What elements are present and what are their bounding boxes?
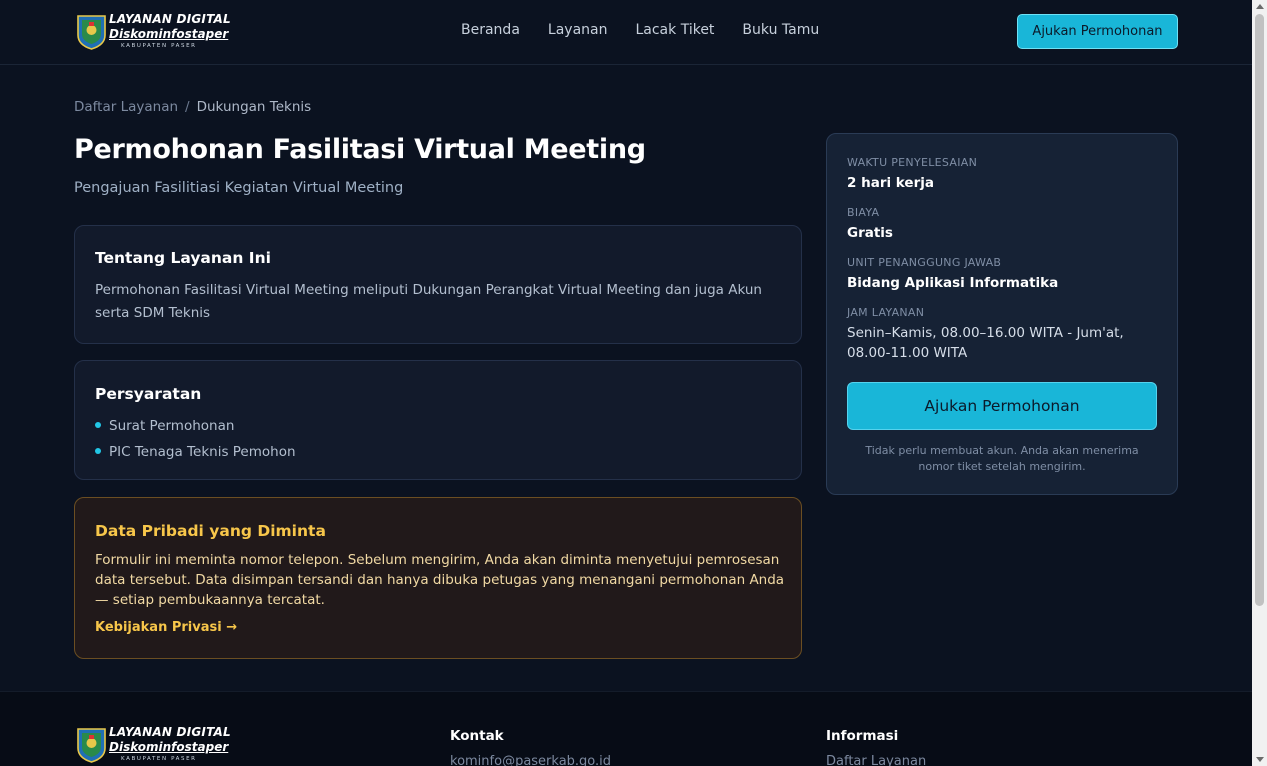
breadcrumb-current: Dukungan Teknis [196,99,312,115]
nav-lacak-tiket[interactable]: Lacak Tiket [635,22,714,38]
brand-logo[interactable]: LAYANAN DIGITAL Diskominfostaper KABUPAT… [76,12,236,52]
header-submit-button[interactable]: Ajukan Permohonan [1017,14,1178,49]
page-subtitle: Pengajuan Fasilitiasi Kegiatan Virtual M… [74,180,404,196]
requirement-item: PIC Tenaga Teknis Pemohon [95,439,296,465]
unit-label: UNIT PENANGGUNG JAWAB [847,256,1002,269]
breadcrumb-separator: / [185,99,190,115]
footer: LAYANAN DIGITAL Diskominfostaper KABUPAT… [0,691,1252,766]
page-scrollbar[interactable] [1252,0,1267,766]
main-nav: Beranda Layanan Lacak Tiket Buku Tamu [461,22,819,38]
privacy-heading: Data Pribadi yang Diminta [95,522,326,540]
breadcrumb-parent[interactable]: Daftar Layanan [74,99,178,115]
brand-text: LAYANAN DIGITAL Diskominfostaper KABUPAT… [109,12,236,50]
unit-value: Bidang Aplikasi Informatika [847,275,1059,291]
paser-emblem-icon [77,728,106,763]
nav-buku-tamu[interactable]: Buku Tamu [742,22,819,38]
page-title: Permohonan Fasilitasi Virtual Meeting [74,134,646,165]
footer-contact-title: Kontak [450,728,504,744]
footer-brand-text: LAYANAN DIGITAL Diskominfostaper KABUPAT… [109,725,236,763]
scrollbar-thumb[interactable] [1255,14,1264,606]
footer-info-title: Informasi [826,728,899,744]
privacy-text: Formulir ini meminta nomor telepon. Sebe… [95,552,785,608]
requirement-item: Surat Permohonan [95,413,296,439]
about-text: Permohonan Fasilitasi Virtual Meeting me… [95,282,762,321]
service-hours-label: JAM LAYANAN [847,306,925,319]
requirements-card: Persyaratan Surat Permohonan PIC Tenaga … [74,360,802,480]
brand-line-3: KABUPATEN PASER [121,43,197,49]
footer-brand-line-1: LAYANAN DIGITAL [109,725,231,739]
footer-info-link[interactable]: Daftar Layanan [826,754,926,766]
submit-request-button[interactable]: Ajukan Permohonan [847,382,1157,430]
completion-time-label: WAKTU PENYELESAIAN [847,156,978,169]
service-info-panel: WAKTU PENYELESAIAN 2 hari kerja BIAYA Gr… [826,133,1178,495]
footer-brand-line-2: Diskominfostaper [109,740,229,754]
paser-emblem-icon [77,15,106,50]
breadcrumb: Daftar Layanan / Dukungan Teknis [74,99,311,115]
requirements-heading: Persyaratan [95,385,202,403]
nav-beranda[interactable]: Beranda [461,22,520,38]
privacy-notice-card: Data Pribadi yang Diminta Formulir ini m… [74,497,802,659]
top-navbar: LAYANAN DIGITAL Diskominfostaper KABUPAT… [0,0,1252,65]
footer-contact-email[interactable]: kominfo@paserkab.go.id [450,754,611,766]
cost-label: BIAYA [847,206,880,219]
brand-line-2: Diskominfostaper [109,27,229,41]
no-account-note: Tidak perlu membuat akun. Anda akan mene… [865,444,1139,473]
cost-value: Gratis [847,225,893,241]
requirements-list: Surat Permohonan PIC Tenaga Teknis Pemoh… [95,413,296,465]
about-heading: Tentang Layanan Ini [95,249,271,267]
brand-line-1: LAYANAN DIGITAL [109,12,231,26]
completion-time-value: 2 hari kerja [847,175,934,191]
scroll-down-arrow-icon[interactable] [1256,757,1264,762]
privacy-policy-link[interactable]: Kebijakan Privasi → [95,620,237,635]
footer-brand-line-3: KABUPATEN PASER [121,756,197,762]
service-hours-value: Senin–Kamis, 08.00–16.00 WITA - Jum'at, … [847,325,1124,361]
nav-layanan[interactable]: Layanan [548,22,608,38]
scroll-up-arrow-icon[interactable] [1256,4,1264,9]
about-card: Tentang Layanan Ini Permohonan Fasilitas… [74,225,802,344]
page: LAYANAN DIGITAL Diskominfostaper KABUPAT… [0,0,1252,766]
footer-brand-logo[interactable]: LAYANAN DIGITAL Diskominfostaper KABUPAT… [76,725,236,765]
